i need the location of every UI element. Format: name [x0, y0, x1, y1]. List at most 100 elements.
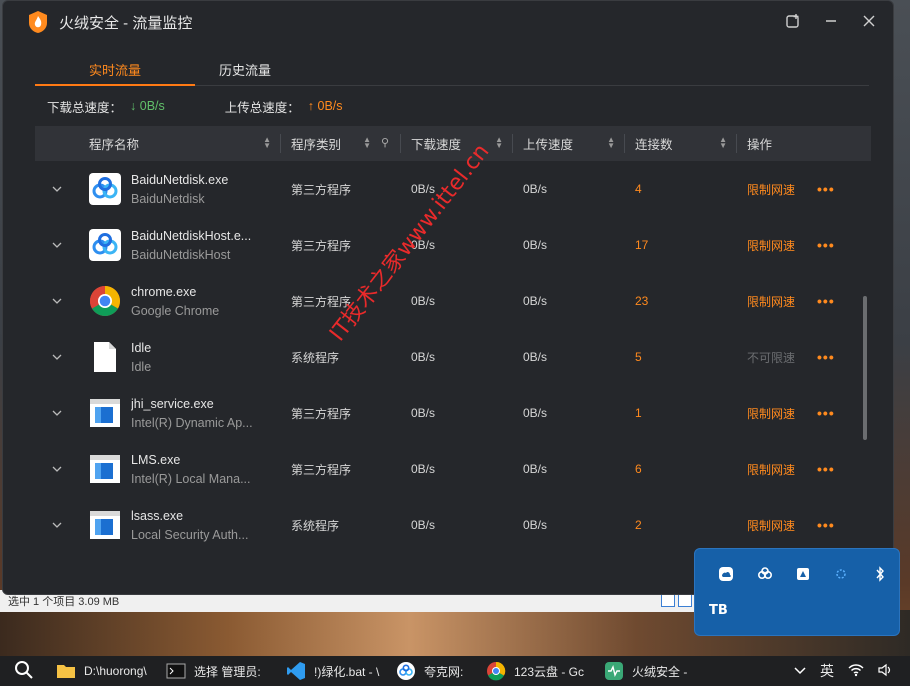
header-upload-speed[interactable]: 上传速度 ▲ ▼ [513, 126, 625, 161]
system-tray: 英 [794, 656, 910, 686]
tab-realtime-traffic[interactable]: 实时流量 [35, 43, 195, 86]
upload-speed: 0B/s [523, 238, 548, 252]
connection-count[interactable]: 1 [625, 406, 737, 420]
download-total-label: 下载总速度： [47, 100, 123, 115]
more-options-icon[interactable]: ••• [817, 181, 835, 197]
connection-count[interactable]: 17 [625, 238, 737, 252]
table-row[interactable]: jhi_service.exe Intel(R) Dynamic Ap... 第三方… [35, 385, 871, 441]
baidu-netdisk-icon [396, 661, 416, 681]
taskbar-app-button[interactable]: 夸克网: [390, 656, 480, 686]
more-options-icon[interactable]: ••• [817, 237, 835, 253]
feedback-icon[interactable] [783, 11, 803, 31]
taskbar: D:\huorong\ 选择 管理员: !)绿化.bat - \ 夸克网: 123云盘 … [0, 656, 910, 686]
program-name: BaiduNetdiskHost.e... [131, 228, 252, 243]
program-name-cell: BaiduNetdiskHost.e... BaiduNetdiskHost [79, 229, 281, 262]
upload-speed: 0B/s [523, 518, 548, 532]
expand-chevron-icon[interactable] [35, 522, 79, 528]
program-category: 第三方程序 [291, 182, 352, 197]
tb-tray-icon[interactable]: TB [709, 603, 728, 618]
wifi-icon[interactable] [848, 663, 864, 680]
tiles-view-icon[interactable] [678, 594, 692, 607]
table-body: BaiduNetdisk.exe BaiduNetdisk 第三方程序 0B/s 0B/… [35, 161, 871, 542]
settings-sun-icon[interactable] [822, 563, 860, 585]
more-options-icon[interactable]: ••• [817, 461, 835, 477]
expand-chevron-icon[interactable] [35, 410, 79, 416]
connection-count[interactable]: 5 [625, 350, 737, 364]
taskbar-apps: D:\huorong\ 选择 管理员: !)绿化.bat - \ 夸克网: 123云盘 … [50, 656, 698, 686]
program-name-cell: Idle Idle [79, 341, 281, 374]
taskbar-app-button[interactable]: 123云盘 - Gc [480, 656, 598, 686]
sort-icon[interactable]: ▲ ▼ [495, 136, 503, 150]
taskbar-app-button[interactable]: 选择 管理员: [160, 656, 280, 686]
connection-count[interactable]: 2 [625, 518, 737, 532]
cloud-sync-icon[interactable] [707, 563, 745, 585]
header-label: 下载速度 [411, 138, 462, 152]
close-icon[interactable] [859, 11, 879, 31]
huorong-logo-icon [29, 11, 47, 33]
header-program-category[interactable]: 程序类别 ▲ ▼ ⚲ [281, 126, 401, 161]
connection-count[interactable]: 4 [625, 182, 737, 196]
sort-icon[interactable]: ▲ ▼ [719, 136, 727, 150]
connection-count[interactable]: 6 [625, 462, 737, 476]
more-options-icon[interactable]: ••• [817, 405, 835, 421]
app-tray-icon[interactable] [784, 563, 822, 585]
taskbar-app-button[interactable]: 火绒安全 - [598, 656, 698, 686]
table-row[interactable]: chrome.exe Google Chrome 第三方程序 0B/s 0B/s 23 限制… [35, 273, 871, 329]
expand-chevron-icon[interactable] [35, 186, 79, 192]
taskbar-app-button[interactable]: !)绿化.bat - \ [280, 656, 390, 686]
table-row[interactable]: Idle Idle 系统程序 0B/s 0B/s 5 不可限速 ••• [35, 329, 871, 385]
sort-icon[interactable]: ▲ ▼ [607, 136, 615, 150]
search-icon[interactable] [14, 660, 36, 683]
header-label: 程序类别 [291, 138, 342, 152]
table-row[interactable]: BaiduNetdiskHost.e... BaiduNetdiskHost 第三方… [35, 217, 871, 273]
ime-indicator[interactable]: 英 [820, 661, 834, 681]
more-options-icon[interactable]: ••• [817, 349, 835, 365]
limit-speed-link[interactable]: 限制网速 [747, 237, 795, 254]
program-description: Local Security Auth... [131, 527, 249, 542]
minimize-icon[interactable] [821, 11, 841, 31]
details-view-icon[interactable] [661, 594, 675, 607]
folder-icon [56, 661, 76, 681]
filter-icon[interactable]: ⚲ [381, 136, 389, 149]
title-bar: 火绒安全 - 流量监控 [3, 1, 893, 43]
download-speed: 0B/s [411, 518, 436, 532]
taskbar-app-label: 火绒安全 - [632, 664, 688, 679]
table-scrollbar[interactable] [863, 296, 867, 440]
more-options-icon[interactable]: ••• [817, 517, 835, 533]
expand-chevron-icon[interactable] [35, 298, 79, 304]
limit-speed-link[interactable]: 限制网速 [747, 405, 795, 422]
explorer-status-text: 选中 1 个项目 3.09 MB [8, 596, 120, 608]
volume-icon[interactable] [878, 663, 892, 680]
sort-icon[interactable]: ▲ ▼ [263, 136, 271, 150]
sort-icon[interactable]: ▲ ▼ [363, 136, 371, 150]
program-name: BaiduNetdisk.exe [131, 172, 229, 187]
connection-count[interactable]: 23 [625, 294, 737, 308]
download-speed: 0B/s [411, 294, 436, 308]
header-label: 连接数 [635, 138, 673, 152]
header-program-name[interactable]: 程序名称 ▲ ▼ [79, 126, 281, 161]
upload-speed: 0B/s [523, 350, 548, 364]
more-options-icon[interactable]: ••• [817, 293, 835, 309]
limit-speed-link[interactable]: 限制网速 [747, 293, 795, 310]
chevron-up-icon[interactable] [794, 664, 806, 678]
bluetooth-icon[interactable] [861, 563, 899, 585]
expand-chevron-icon[interactable] [35, 354, 79, 360]
expand-chevron-icon[interactable] [35, 242, 79, 248]
table-row[interactable]: LMS.exe Intel(R) Local Mana... 第三方程序 0B/s 0B… [35, 441, 871, 497]
tab-bar: 实时流量 历史流量 [35, 43, 869, 86]
program-name-cell: BaiduNetdisk.exe BaiduNetdisk [79, 173, 281, 206]
program-name: lsass.exe [131, 508, 184, 523]
baidu-netdisk-icon[interactable] [745, 563, 783, 585]
header-connections[interactable]: 连接数 ▲ ▼ [625, 126, 737, 161]
tab-history-traffic[interactable]: 历史流量 [195, 43, 295, 85]
limit-speed-link[interactable]: 限制网速 [747, 461, 795, 478]
program-description: Google Chrome [131, 303, 220, 318]
limit-speed-link[interactable]: 限制网速 [747, 517, 795, 534]
limit-speed-link[interactable]: 限制网速 [747, 181, 795, 198]
taskbar-app-button[interactable]: D:\huorong\ [50, 656, 160, 686]
expand-chevron-icon[interactable] [35, 466, 79, 472]
table-row[interactable]: lsass.exe Local Security Auth... 系统程序 0B/s 0… [35, 497, 871, 542]
program-category: 第三方程序 [291, 406, 352, 421]
program-description: BaiduNetdiskHost [131, 247, 231, 262]
header-label: 程序名称 [89, 138, 140, 152]
